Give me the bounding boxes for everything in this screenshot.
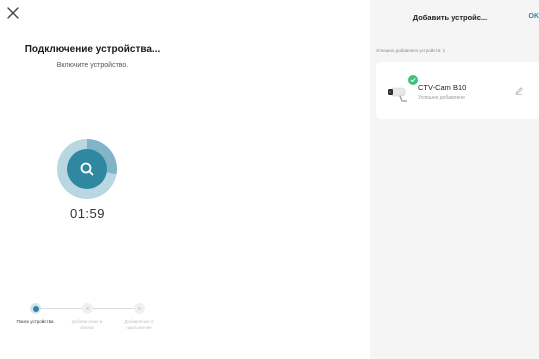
ok-button[interactable]: OK bbox=[529, 13, 539, 20]
success-check-badge bbox=[408, 75, 418, 85]
panel-title: Добавить устройс... bbox=[412, 13, 488, 22]
edit-device-button[interactable] bbox=[514, 86, 524, 96]
scan-progress-ring bbox=[57, 139, 117, 199]
step-label-cloud: Добави ение в облако bbox=[71, 319, 103, 330]
close-icon bbox=[7, 7, 19, 19]
progress-stepper: Поиск устройства Добави ение в облако До… bbox=[0, 300, 180, 350]
countdown-timer: 01:59 bbox=[69, 206, 106, 221]
device-status: Успешно добавлено bbox=[418, 95, 465, 101]
added-count-text: Успешно добавлено устройств: 1 bbox=[376, 48, 446, 53]
step-connector bbox=[40, 308, 82, 309]
instruction-text: Включите устройство. bbox=[56, 62, 129, 69]
close-button[interactable] bbox=[6, 6, 20, 20]
scan-button-core bbox=[67, 149, 107, 189]
connection-pane: Подключение устройства... Включите устро… bbox=[0, 0, 370, 359]
step-indicator-app bbox=[134, 303, 145, 314]
pencil-icon bbox=[515, 87, 523, 95]
step-connector bbox=[93, 308, 135, 309]
camera-icon bbox=[388, 87, 407, 102]
device-card[interactable]: CTV-Cam B10 Успешно добавлено bbox=[376, 62, 539, 119]
step-indicator-cloud bbox=[82, 303, 93, 314]
step-indicator-search bbox=[30, 303, 41, 314]
page-title: Подключение устройства... bbox=[24, 44, 161, 55]
app-window: Подключение устройства... Включите устро… bbox=[0, 0, 539, 359]
added-devices-pane: Добавить устройс... OK Успешно добавлено… bbox=[370, 0, 539, 359]
step-label-app: Добавление в приложение bbox=[124, 319, 154, 330]
device-name: CTV-Cam B10 bbox=[418, 83, 467, 92]
check-icon bbox=[410, 78, 416, 82]
step-label-search: Поиск устройства bbox=[16, 319, 54, 324]
search-icon bbox=[80, 162, 94, 176]
